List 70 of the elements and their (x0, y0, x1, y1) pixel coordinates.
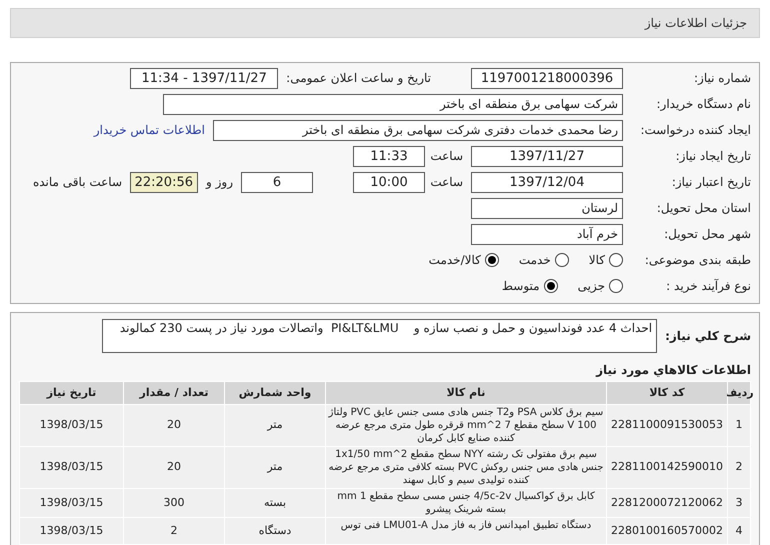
radio-button[interactable] (484, 253, 499, 267)
table-cell: 1398/03/15 (20, 405, 123, 446)
table-cell: متر (225, 405, 325, 446)
column-header: تعداد / مقدار (124, 382, 224, 404)
announce-date-field: 1397/11/27 - 11:34 (130, 68, 278, 88)
radio-label: جزیی (578, 278, 605, 295)
radio-label: کالا/خدمت (428, 252, 481, 269)
table-cell: متر (225, 447, 325, 488)
remaining-time-field: 22:20:56 (130, 172, 198, 192)
field-label: ساعت (433, 148, 463, 165)
table-cell: 2 (728, 447, 750, 488)
field-label: نوع فرآیند خرید : (665, 278, 751, 295)
buyer-field: شرکت سهامی برق منطقه ای باختر (163, 94, 623, 114)
field-label: نام دستگاه خریدار: (656, 96, 751, 113)
table-cell: 1 (728, 405, 750, 446)
field-label: تاریخ اعتبار نیاز: (670, 174, 751, 191)
field-label: طبقه بندی موضوعی: (644, 252, 751, 269)
table-cell: 3 (728, 489, 750, 517)
table-cell: 2280100160570002 (607, 518, 727, 544)
field-label: شماره نیاز: (693, 70, 751, 87)
need-number-field: 1197001218000396 (471, 68, 623, 88)
validity-date-field: 1397/12/04 (471, 172, 623, 192)
table-cell: بسته (225, 489, 325, 517)
buyer-contact-link[interactable]: اطلاعات تماس خریدار (94, 121, 205, 139)
radio-label: خدمت (518, 252, 551, 269)
page-title: جزئیات اطلاعات نیاز (644, 15, 747, 32)
table-cell: 4 (728, 518, 750, 544)
radio-button[interactable] (609, 253, 623, 267)
field-label: ساعت باقی مانده (32, 174, 122, 191)
province-field: لرستان (471, 198, 623, 218)
table-cell: 1398/03/15 (20, 447, 123, 488)
radio-label: کالا (588, 252, 605, 269)
created-date-field: 1397/11/27 (471, 146, 623, 166)
validity-time-field: 10:00 (353, 172, 425, 192)
radio-button[interactable] (544, 279, 558, 293)
field-label: شهر محل تحویل: (663, 226, 751, 243)
table-cell: دستگاه تطبیق امپدانس فاز به فاز مدل LMU01-A فنی توس (326, 518, 606, 544)
radio-button[interactable] (609, 279, 623, 293)
table-cell: کابل برق کواکسیال 4/5c-2v جنس مسی سطح مقطع 1 mm بسته شرینک پیشرو (326, 489, 606, 517)
requester-field: رضا محمدی خدمات دفتری شرکت سهامی برق منطقه ای باختر (213, 120, 623, 140)
field-label: تاریخ ایجاد نیاز: (674, 148, 751, 165)
goods-title: اطلاعات کالاهاي مورد نياز (594, 363, 751, 377)
column-header: نام کالا (326, 382, 606, 404)
field-label: تاریخ و ساعت اعلان عمومی: (286, 70, 431, 87)
days-field: 6 (241, 172, 313, 192)
field-label: استان محل تحویل: (656, 200, 751, 217)
column-header: کد کالا (607, 382, 727, 404)
table-cell: 2281200072120062 (607, 489, 727, 517)
table-cell: سیم برق کلاس PSA وT2 جنس هادی مسی جنس عایق PVC ولتاژ 100 V سطح مقطع 7 mm^2 قرقره طول متری مرجع عرضه کننده صنایع کابل کرمان (326, 405, 606, 446)
table-cell: 20 (124, 405, 224, 446)
field-label: ایجاد کننده درخواست: (639, 122, 751, 139)
table-cell: 2 (124, 518, 224, 544)
column-header: تاریخ نیاز (20, 382, 123, 404)
table-cell: 2281100142590010 (607, 447, 727, 488)
table-cell: دستگاه (225, 518, 325, 544)
table-cell: 2281100091530053 (607, 405, 727, 446)
table-cell: 1398/03/15 (20, 518, 123, 544)
description-label: شرح کلي نياز: (665, 328, 751, 344)
table-cell: 1398/03/15 (20, 489, 123, 517)
table-cell: 20 (124, 447, 224, 488)
radio-button[interactable] (554, 253, 569, 267)
table-cell: سیم برق مفتولی تک رشته NYY سطح مقطع 1x1/50 mm^2 جنس هادی مس جنس روکش PVC بسته کلافی متری مرجع عرضه کننده تولیدی سیم و کابل سهند (326, 447, 606, 488)
field-label: ساعت (433, 174, 463, 191)
field-label: روز و (206, 174, 233, 191)
radio-label: متوسط (502, 278, 540, 295)
column-header: واحد شمارش (225, 382, 325, 404)
table-cell: 300 (124, 489, 224, 517)
description-field: احداث 4 عدد فونداسیون و حمل و نصب سازه و PI&LT&LMU واتصالات مورد نیاز در پست 230 کمالوند (102, 319, 658, 353)
created-time-field: 11:33 (353, 146, 425, 166)
city-field: خرم آباد (471, 224, 623, 244)
